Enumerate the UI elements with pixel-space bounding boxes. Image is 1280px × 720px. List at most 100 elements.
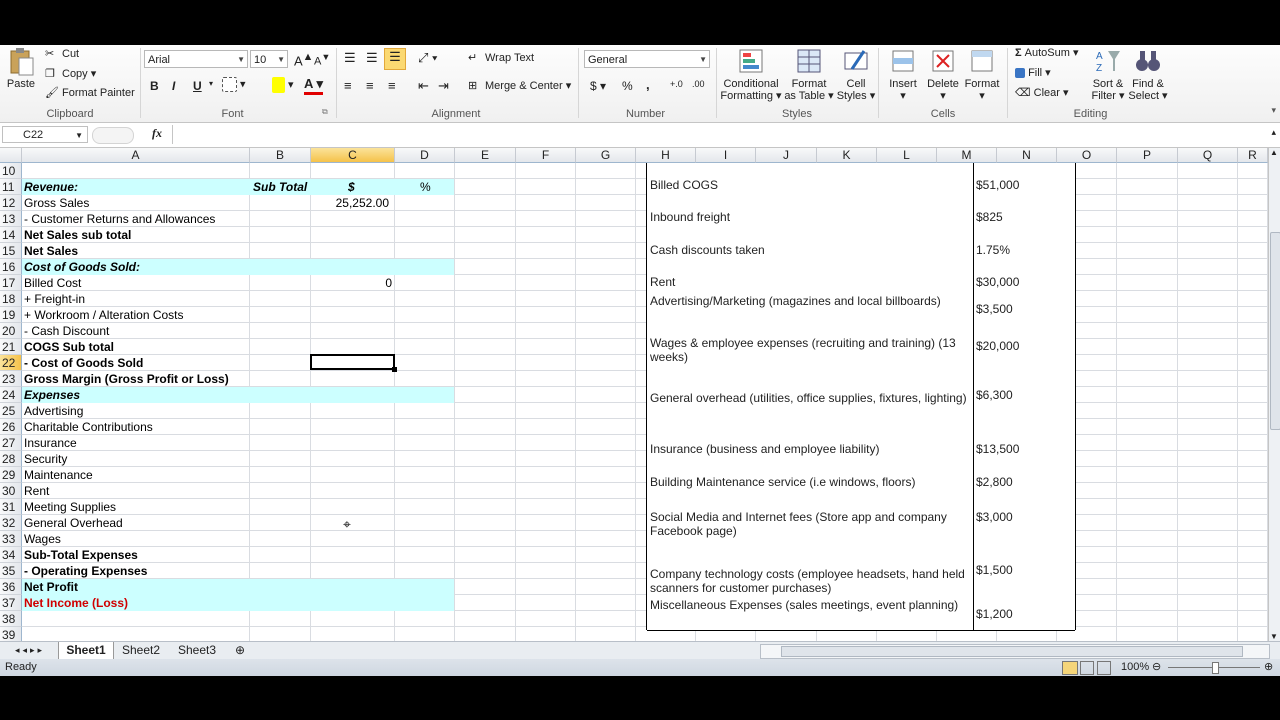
font-color-button[interactable]: A ▾ xyxy=(304,76,324,95)
row-header-27[interactable]: 27 xyxy=(0,435,22,451)
selected-cell-outline[interactable] xyxy=(310,354,395,370)
column-header-e[interactable]: E xyxy=(455,148,516,163)
autosum-button[interactable]: Σ AutoSum ▾ xyxy=(1015,46,1079,59)
formula-input[interactable] xyxy=(172,125,1267,144)
column-header-b[interactable]: B xyxy=(250,148,311,163)
column-header-f[interactable]: F xyxy=(516,148,576,163)
page-break-icon[interactable] xyxy=(1097,661,1111,675)
cost-table-row[interactable]: Miscellaneous Expenses (sales meetings, … xyxy=(647,598,1075,631)
cell-A19[interactable]: + Workroom / Alteration Costs xyxy=(24,307,184,323)
cell-A14[interactable]: Net Sales sub total xyxy=(24,227,131,243)
row-header-26[interactable]: 26 xyxy=(0,419,22,435)
increase-indent-button[interactable]: ⇥ xyxy=(438,78,449,94)
borders-button[interactable]: ▾ xyxy=(222,77,246,92)
row-header-28[interactable]: 28 xyxy=(0,451,22,467)
column-header-a[interactable]: A xyxy=(22,148,250,163)
insert-button[interactable]: Insert ▾ xyxy=(884,47,922,102)
cell-A22[interactable]: - Cost of Goods Sold xyxy=(24,355,143,371)
find-select-button[interactable]: Find & Select ▾ xyxy=(1128,47,1168,102)
delete-button[interactable]: Delete ▾ xyxy=(924,47,962,102)
cost-table-row[interactable]: Building Maintenance service (i.e window… xyxy=(647,460,1075,494)
decrease-decimal-button[interactable]: .00 xyxy=(692,79,705,89)
column-header-q[interactable]: Q xyxy=(1178,148,1238,163)
row-header-38[interactable]: 38 xyxy=(0,611,22,627)
row-header-23[interactable]: 23 xyxy=(0,371,22,387)
cell-styles-button[interactable]: Cell Styles ▾ xyxy=(836,47,876,102)
comma-button[interactable]: , xyxy=(646,77,650,92)
cell-A32[interactable]: General Overhead xyxy=(24,515,123,531)
tab-sheet1[interactable]: Sheet1 xyxy=(58,642,114,660)
bold-button[interactable]: B xyxy=(150,79,159,93)
align-bottom-button[interactable]: ☰ xyxy=(384,48,406,70)
cell-A34[interactable]: Sub-Total Expenses xyxy=(24,547,138,563)
row-header-14[interactable]: 14 xyxy=(0,227,22,243)
row-header-32[interactable]: 32 xyxy=(0,515,22,531)
name-box[interactable]: C22 ▼ xyxy=(2,126,88,143)
cell-A35[interactable]: - Operating Expenses xyxy=(24,563,147,579)
row-header-13[interactable]: 13 xyxy=(0,211,22,227)
fill-handle[interactable] xyxy=(392,367,397,372)
orientation-button[interactable]: ⤢ ▾ xyxy=(418,50,437,66)
underline-button[interactable]: U xyxy=(193,79,202,93)
column-header-k[interactable]: K xyxy=(817,148,877,163)
row-header-36[interactable]: 36 xyxy=(0,579,22,595)
row-header-31[interactable]: 31 xyxy=(0,499,22,515)
vertical-scroll-thumb[interactable] xyxy=(1270,232,1280,430)
zoom-slider-thumb[interactable] xyxy=(1212,662,1219,674)
column-header-d[interactable]: D xyxy=(395,148,455,163)
column-header-o[interactable]: O xyxy=(1057,148,1117,163)
cell-A27[interactable]: Insurance xyxy=(24,435,77,451)
fill-color-button[interactable]: ▾ xyxy=(272,77,294,93)
row-header-19[interactable]: 19 xyxy=(0,307,22,323)
scroll-up-icon[interactable]: ▲ xyxy=(1270,148,1278,157)
cost-table-row[interactable]: Wages & employee expenses (recruiting an… xyxy=(647,326,1075,369)
tab-nav-buttons[interactable]: ◂◂▸▸ xyxy=(2,642,58,659)
column-header-g[interactable]: G xyxy=(576,148,636,163)
cost-table-row[interactable]: Cash discounts taken 1.75% xyxy=(647,228,1075,262)
cell-C11[interactable]: $ xyxy=(348,179,355,195)
row-header-35[interactable]: 35 xyxy=(0,563,22,579)
column-header-i[interactable]: I xyxy=(696,148,756,163)
cell-A36[interactable]: Net Profit xyxy=(24,579,78,595)
cost-table-row[interactable]: Rent $30,000 xyxy=(647,261,1075,294)
font-size-combo[interactable]: 10 ▼ xyxy=(250,50,288,68)
align-middle-button[interactable]: ☰ xyxy=(366,50,378,66)
row-header-21[interactable]: 21 xyxy=(0,339,22,355)
expand-formula-bar-icon[interactable]: ▴ xyxy=(1271,127,1276,138)
row-header-34[interactable]: 34 xyxy=(0,547,22,563)
cell-A26[interactable]: Charitable Contributions xyxy=(24,419,153,435)
tab-sheet2[interactable]: Sheet2 xyxy=(114,642,168,659)
column-header-m[interactable]: M xyxy=(937,148,997,163)
vertical-scrollbar[interactable]: ▲ ▼ xyxy=(1268,148,1280,641)
scroll-ribbon-icon[interactable]: ▾ xyxy=(1271,105,1276,116)
decrease-indent-button[interactable]: ⇤ xyxy=(418,78,429,94)
insert-function-button[interactable]: fx xyxy=(152,126,162,141)
cell-A18[interactable]: + Freight-in xyxy=(24,291,85,307)
align-top-button[interactable]: ☰ xyxy=(344,50,356,66)
wrap-text-button[interactable]: ↵ Wrap Text xyxy=(468,51,534,65)
row-header-33[interactable]: 33 xyxy=(0,531,22,547)
column-header-r[interactable]: R xyxy=(1238,148,1268,163)
row-header-29[interactable]: 29 xyxy=(0,467,22,483)
cell-A20[interactable]: - Cash Discount xyxy=(24,323,109,339)
row-header-37[interactable]: 37 xyxy=(0,595,22,611)
cost-table-row[interactable]: Advertising/Marketing (magazines and loc… xyxy=(647,293,1075,327)
cell-A37[interactable]: Net Income (Loss) xyxy=(24,595,128,611)
row-header-20[interactable]: 20 xyxy=(0,323,22,339)
cell-A30[interactable]: Rent xyxy=(24,483,49,499)
cell-A15[interactable]: Net Sales xyxy=(24,243,78,259)
cell-A28[interactable]: Security xyxy=(24,451,67,467)
paste-button[interactable]: Paste xyxy=(4,47,38,90)
row-header-10[interactable]: 10 xyxy=(0,163,22,179)
cost-table-row[interactable]: Social Media and Internet fees (Store ap… xyxy=(647,493,1075,543)
number-format-combo[interactable]: General ▼ xyxy=(584,50,710,68)
tab-sheet3[interactable]: Sheet3 xyxy=(170,642,224,659)
cell-C17[interactable]: 0 xyxy=(312,275,392,291)
cell-A23[interactable]: Gross Margin (Gross Profit or Loss) xyxy=(24,371,229,387)
page-layout-icon[interactable] xyxy=(1080,661,1094,675)
cost-table-row[interactable]: Inbound freight $825 xyxy=(647,196,1075,229)
grow-font-button[interactable]: A▲ xyxy=(294,51,313,68)
column-header-h[interactable]: H xyxy=(636,148,696,163)
shrink-font-button[interactable]: A▼ xyxy=(314,52,330,68)
copy-button[interactable]: ❐ Copy ▾ xyxy=(45,67,96,81)
